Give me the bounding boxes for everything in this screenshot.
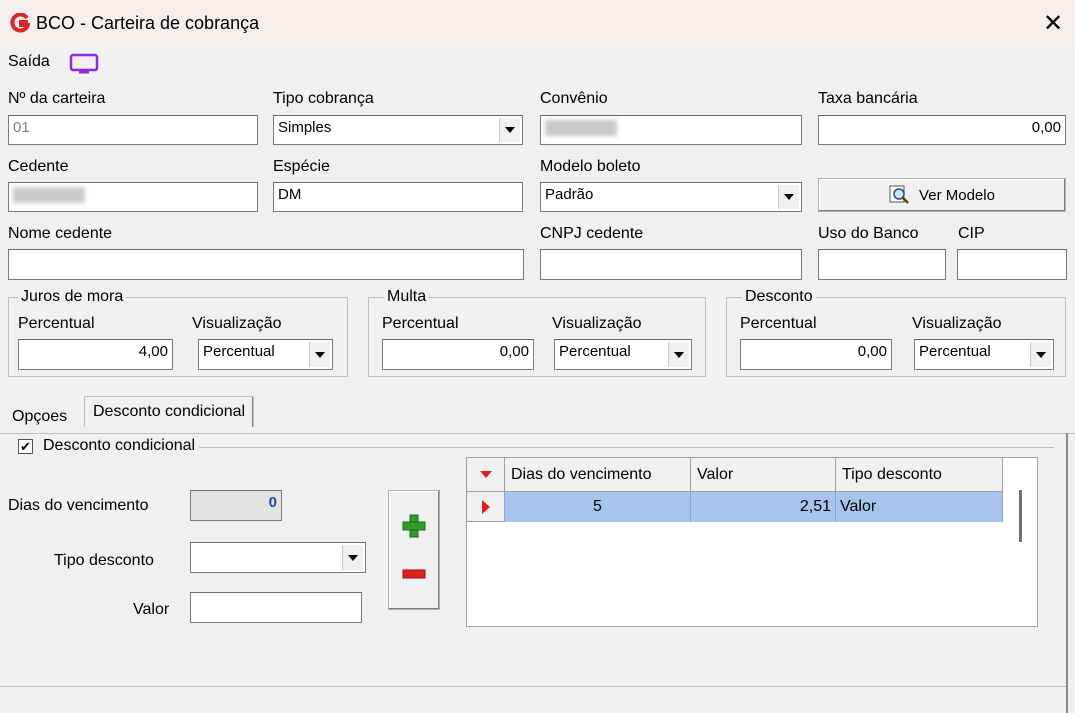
ver-modelo-label: Ver Modelo bbox=[919, 186, 995, 204]
valor-input[interactable] bbox=[190, 592, 362, 623]
tab-panel-divider bbox=[0, 686, 1066, 687]
dias-vencimento-input[interactable]: 0 bbox=[190, 490, 282, 521]
chevron-down-icon[interactable] bbox=[342, 545, 363, 570]
tab-panel-top-border bbox=[0, 433, 1075, 434]
ver-modelo-button[interactable]: Ver Modelo bbox=[818, 178, 1066, 212]
convenio-label: Convênio bbox=[540, 90, 608, 107]
juros-visualizacao-label: Visualização bbox=[192, 315, 282, 332]
vertical-scrollbar[interactable] bbox=[1019, 490, 1022, 542]
nro-carteira-label: Nº da carteira bbox=[8, 90, 106, 107]
multa-visualizacao-label: Visualização bbox=[552, 315, 642, 332]
current-row-arrow-icon bbox=[481, 499, 490, 514]
modelo-boleto-select[interactable]: Padrão bbox=[540, 182, 802, 212]
chevron-down-icon[interactable] bbox=[499, 118, 520, 142]
tipo-cobranca-label: Tipo cobrança bbox=[273, 90, 374, 107]
multa-visualizacao-select[interactable]: Percentual bbox=[554, 339, 692, 370]
desconto-visualizacao-select[interactable]: Percentual bbox=[914, 339, 1054, 370]
tab-desconto-condicional[interactable]: Desconto condicional bbox=[84, 396, 255, 427]
minus-icon bbox=[402, 569, 426, 579]
chevron-down-icon[interactable] bbox=[778, 185, 799, 209]
nome-cedente-label: Nome cedente bbox=[8, 225, 113, 242]
grid-header-dias[interactable]: Dias do vencimento bbox=[505, 458, 691, 492]
chevron-down-icon[interactable] bbox=[1030, 342, 1051, 367]
saida-label: Saída bbox=[8, 53, 50, 70]
juros-percentual-input[interactable]: 4,00 bbox=[18, 339, 173, 370]
add-row-button[interactable] bbox=[394, 506, 434, 546]
desconto-condicional-checkbox[interactable]: ✔ bbox=[18, 438, 33, 454]
grid-header-valor[interactable]: Valor bbox=[691, 458, 836, 492]
desconto-percentual-input[interactable]: 0,00 bbox=[740, 339, 892, 370]
dias-vencimento-label: Dias do vencimento bbox=[8, 497, 149, 514]
grid-cell-valor[interactable]: 2,51 bbox=[691, 492, 836, 522]
cedente-label: Cedente bbox=[8, 158, 69, 175]
cnpj-cedente-input[interactable] bbox=[540, 249, 802, 280]
tipo-cobranca-value: Simples bbox=[278, 119, 332, 136]
juros-group-title: Juros de mora bbox=[18, 288, 127, 306]
redacted-value bbox=[13, 187, 85, 203]
remove-row-button[interactable] bbox=[394, 554, 434, 594]
grid-indicator-header[interactable] bbox=[467, 458, 505, 492]
multa-visualizacao-value: Percentual bbox=[559, 343, 631, 360]
taxa-bancaria-input[interactable]: 0,00 bbox=[818, 115, 1066, 145]
tab-opcoes[interactable]: Opçoes bbox=[6, 404, 73, 430]
multa-percentual-label: Percentual bbox=[382, 315, 459, 332]
uso-banco-label: Uso do Banco bbox=[818, 225, 919, 242]
convenio-input[interactable] bbox=[540, 115, 802, 145]
redacted-value bbox=[545, 120, 617, 136]
cip-label: CIP bbox=[958, 225, 985, 242]
add-remove-button-panel bbox=[388, 490, 440, 610]
grid-cell-dias[interactable]: 5 bbox=[505, 492, 691, 522]
chevron-down-icon[interactable] bbox=[309, 342, 330, 367]
nro-carteira-input[interactable]: 01 bbox=[8, 115, 258, 145]
grid-cell-tipo[interactable]: Valor bbox=[836, 492, 1003, 522]
modelo-boleto-value: Padrão bbox=[545, 186, 594, 203]
juros-percentual-label: Percentual bbox=[18, 315, 95, 332]
tipo-cobranca-select[interactable]: Simples bbox=[273, 115, 523, 145]
uso-banco-input[interactable] bbox=[818, 249, 946, 280]
magnifier-icon bbox=[889, 185, 909, 204]
taxa-bancaria-label: Taxa bancária bbox=[818, 90, 918, 107]
juros-visualizacao-select[interactable]: Percentual bbox=[198, 339, 333, 370]
especie-label: Espécie bbox=[273, 158, 330, 175]
desconto-percentual-label: Percentual bbox=[740, 315, 817, 332]
valor-label: Valor bbox=[133, 601, 170, 618]
monitor-icon[interactable] bbox=[68, 52, 102, 76]
row-indicator[interactable] bbox=[467, 492, 505, 522]
app-logo-icon bbox=[10, 13, 30, 33]
modelo-boleto-label: Modelo boleto bbox=[540, 158, 641, 175]
desconto-group-title: Desconto bbox=[742, 288, 816, 306]
window-title: BCO - Carteira de cobrança bbox=[36, 13, 260, 33]
chevron-down-icon[interactable] bbox=[668, 342, 689, 367]
cedente-input[interactable] bbox=[8, 182, 258, 212]
cip-input[interactable] bbox=[957, 249, 1067, 280]
close-button[interactable]: ✕ bbox=[1040, 9, 1066, 38]
plus-icon bbox=[402, 514, 426, 538]
grid-header-tipo[interactable]: Tipo desconto bbox=[836, 458, 1003, 492]
especie-input[interactable]: DM bbox=[273, 182, 523, 212]
multa-group-title: Multa bbox=[384, 288, 430, 306]
tab-panel-right-border bbox=[1066, 433, 1068, 713]
desconto-cond-group-header: ✔ Desconto condicional bbox=[14, 437, 200, 455]
cnpj-cedente-label: CNPJ cedente bbox=[540, 225, 644, 242]
multa-percentual-input[interactable]: 0,00 bbox=[382, 339, 534, 370]
nome-cedente-input[interactable] bbox=[8, 249, 524, 280]
tipo-desconto-label: Tipo desconto bbox=[54, 552, 154, 569]
juros-visualizacao-value: Percentual bbox=[203, 343, 275, 360]
desconto-grid[interactable]: Dias do vencimento Valor Tipo desconto 5… bbox=[466, 457, 1038, 627]
desconto-visualizacao-label: Visualização bbox=[912, 315, 1002, 332]
tipo-desconto-select[interactable] bbox=[190, 542, 366, 573]
desconto-visualizacao-value: Percentual bbox=[919, 343, 991, 360]
sort-down-icon bbox=[479, 471, 492, 478]
desconto-condicional-checkbox-label: Desconto condicional bbox=[43, 437, 196, 454]
